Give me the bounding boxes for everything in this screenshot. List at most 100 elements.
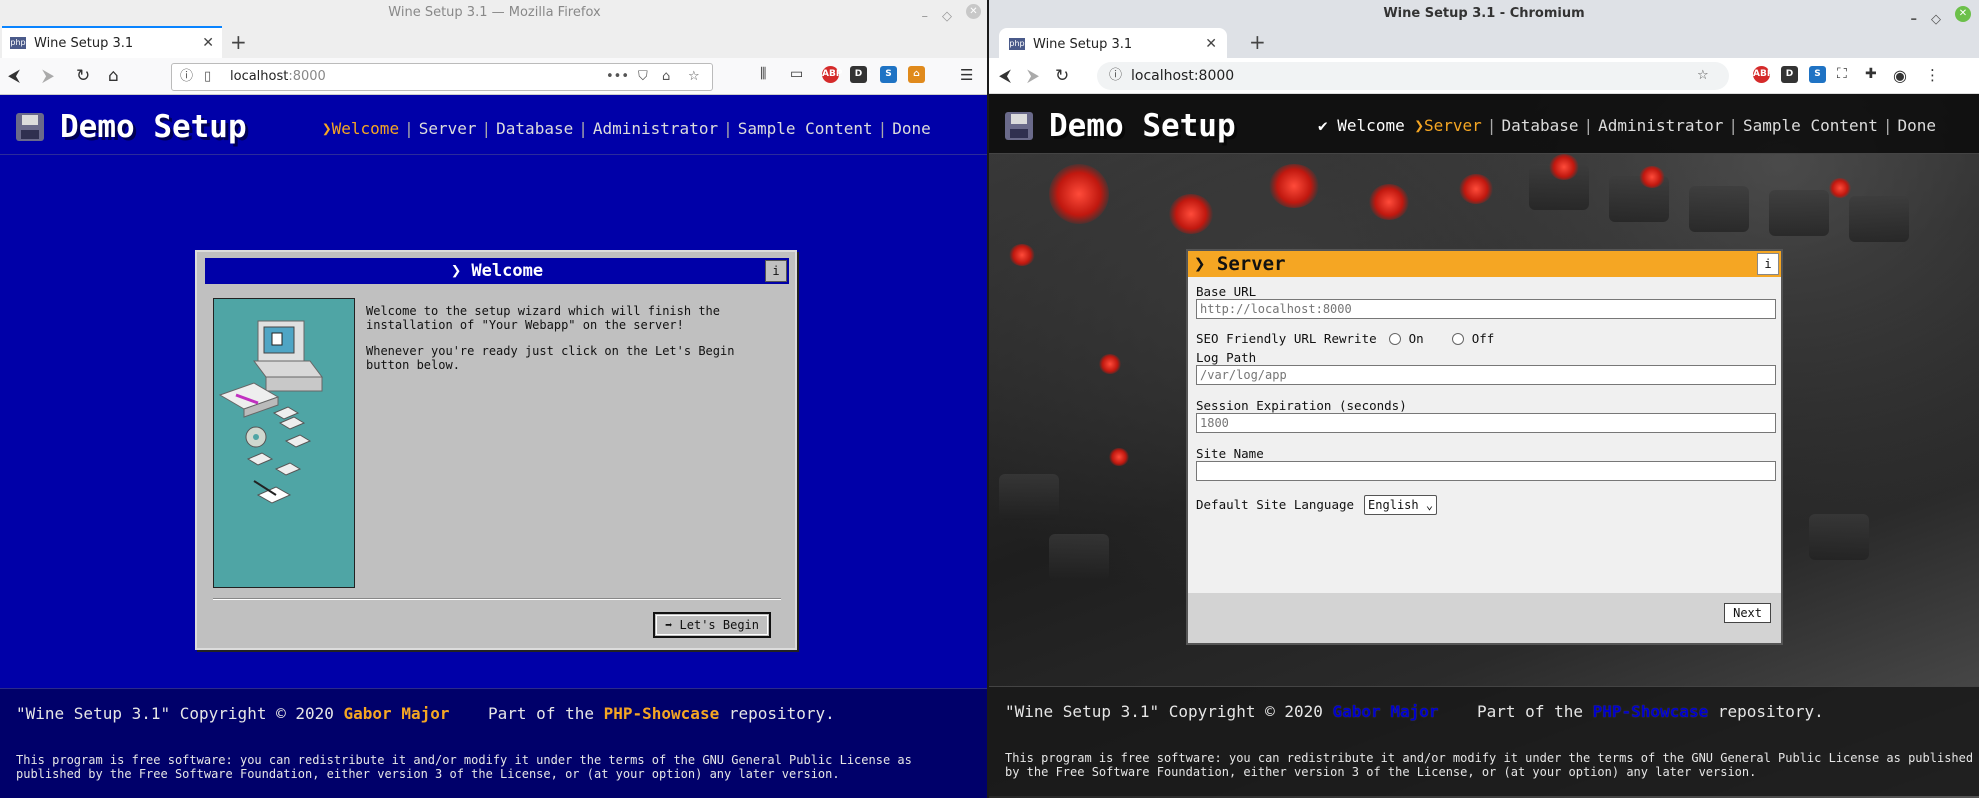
step-sample-content[interactable]: Sample Content (738, 119, 873, 138)
bookmark-star-icon[interactable]: ☆ (1697, 62, 1709, 90)
setup-header: Demo Setup ❯Welcome | Server | Database | Admi… (0, 95, 987, 155)
author-link[interactable]: Gabor Major (1333, 702, 1439, 721)
base-url-label: Base URL (1196, 284, 1257, 299)
welcome-message: Welcome to the setup wizard which will f… (366, 304, 776, 384)
forward-icon[interactable]: ⮞ (42, 66, 54, 86)
menu-icon[interactable]: ⋮ (1925, 66, 1940, 84)
tab-bar: php Wine Setup 3.1 ✕ + (989, 28, 1979, 60)
chromium-titlebar: Wine Setup 3.1 - Chromium – ◇ ✕ (989, 0, 1979, 28)
step-administrator[interactable]: Administrator (1598, 116, 1723, 135)
firefox-titlebar: Wine Setup 3.1 — Mozilla Firefox – ◇ ✕ (0, 0, 989, 26)
session-expiration-label: Session Expiration (seconds) (1196, 398, 1407, 413)
footer: "Wine Setup 3.1" Copyright © 2020 Gabor … (0, 688, 987, 798)
extension-home-icon[interactable]: ⌂ (908, 66, 925, 83)
close-tab-icon[interactable]: ✕ (202, 35, 214, 51)
step-navigation: ✔ Welcome ❯Server | Database | Administrator… (1318, 116, 1937, 135)
info-button[interactable]: i (1757, 253, 1779, 275)
close-tab-icon[interactable]: ✕ (1205, 36, 1217, 52)
setup-page: Demo Setup ✔ Welcome ❯Server | Database | Ad… (989, 94, 1979, 798)
info-icon[interactable]: ⓘ (180, 64, 193, 90)
extension-s-icon[interactable]: S (1809, 66, 1826, 83)
floppy-disk-icon (16, 113, 44, 141)
step-welcome[interactable]: Welcome (1337, 116, 1404, 135)
welcome-paragraph-2: Whenever you're ready just click on the … (366, 344, 735, 372)
tab-title: Wine Setup 3.1 (34, 35, 134, 51)
session-expiration-input[interactable] (1196, 413, 1776, 433)
forward-icon[interactable]: ⮞ (1027, 66, 1039, 86)
back-icon[interactable]: ⮜ (8, 66, 20, 86)
lets-begin-button[interactable]: ➡ Let's Begin (653, 612, 771, 638)
info-button[interactable]: i (765, 260, 787, 282)
reload-icon[interactable]: ↻ (76, 66, 90, 86)
site-name-input[interactable] (1196, 461, 1776, 481)
new-tab-icon[interactable]: + (230, 30, 247, 54)
step-server[interactable]: Server (419, 119, 477, 138)
bookmark-star-icon[interactable]: ☆ (688, 64, 700, 90)
language-select[interactable]: English ⌄ (1364, 495, 1438, 515)
dashlane-icon[interactable]: D (850, 66, 867, 83)
repo-link[interactable]: PHP-Showcase (604, 704, 720, 723)
log-path-label: Log Path (1196, 350, 1257, 365)
dialog-title: ❯ Server i (1188, 251, 1781, 277)
language-selected-value: English (1368, 498, 1419, 512)
info-icon[interactable]: ⓘ (1109, 62, 1122, 90)
tab-bar: php Wine Setup 3.1 ✕ + (0, 26, 989, 58)
sidebar-icon[interactable]: ▭ (790, 66, 803, 82)
navigation-toolbar: ⮜ ⮞ ↻ ⓘ localhost:8000 ☆ ABP D S ⛶ ✚ ◉ ⋮ (989, 58, 1979, 94)
repo-link[interactable]: PHP-Showcase (1593, 702, 1709, 721)
dialog-title: ❯ Welcome i (205, 258, 789, 284)
license-text: This program is free software: you can r… (1005, 751, 1974, 779)
extensions-icon[interactable]: ✚ (1865, 66, 1877, 82)
step-arrow-icon: ❯ (322, 119, 332, 138)
copyright-text: "Wine Setup 3.1" Copyright © 2020 (1005, 702, 1333, 721)
seo-on-radio[interactable] (1388, 333, 1401, 345)
pocket-icon[interactable]: ⛉ (638, 64, 648, 90)
part-of-text: Part of the (488, 704, 604, 723)
dashlane-icon[interactable]: D (1781, 66, 1798, 83)
seo-on-label: On (1408, 331, 1424, 346)
tab-wine-setup[interactable]: php Wine Setup 3.1 ✕ (999, 28, 1227, 60)
dialog-title-text: ❯ Welcome (450, 261, 544, 281)
extension-s-icon[interactable]: S (880, 66, 897, 83)
language-row: Default Site Language English ⌄ (1196, 495, 1776, 515)
adblock-icon[interactable]: ABP (1753, 66, 1773, 83)
close-window-icon[interactable]: ✕ (1955, 6, 1971, 22)
url-bar[interactable]: ⓘ localhost:8000 ☆ (1097, 62, 1729, 90)
next-button[interactable]: Next (1724, 603, 1771, 623)
step-server[interactable]: Server (1424, 116, 1482, 135)
adblock-icon[interactable]: ABP (822, 66, 842, 83)
step-welcome[interactable]: Welcome (332, 119, 399, 138)
chromium-window: Wine Setup 3.1 - Chromium – ◇ ✕ php Wine… (989, 0, 1979, 798)
new-tab-icon[interactable]: + (1249, 30, 1266, 54)
step-database[interactable]: Database (1501, 116, 1578, 135)
author-link[interactable]: Gabor Major (344, 704, 450, 723)
part-of-text: Part of the (1477, 702, 1593, 721)
step-sample-content[interactable]: Sample Content (1743, 116, 1878, 135)
log-path-input[interactable] (1196, 365, 1776, 385)
tab-wine-setup[interactable]: php Wine Setup 3.1 ✕ (2, 26, 222, 58)
url-bar[interactable]: ⓘ ▯ localhost:8000 ••• ⛉ ⌂ ☆ (171, 63, 713, 91)
step-done[interactable]: Done (892, 119, 931, 138)
window-title: Wine Setup 3.1 - Chromium (1383, 6, 1585, 21)
setup-page: Demo Setup ❯Welcome | Server | Database | Admi… (0, 95, 987, 798)
menu-icon[interactable]: ☰ (960, 66, 973, 84)
home-page-icon[interactable]: ⌂ (662, 64, 670, 90)
server-dialog: ❯ Server i Base URL SEO Friendly URL Rew… (1186, 249, 1783, 645)
step-done[interactable]: Done (1898, 116, 1937, 135)
page-actions-icon[interactable]: ••• (606, 64, 629, 90)
seo-off-radio[interactable] (1451, 333, 1464, 345)
site-name-label: Site Name (1196, 446, 1264, 461)
screenshot-icon[interactable]: ⛶ (1837, 66, 1847, 82)
back-icon[interactable]: ⮜ (999, 66, 1011, 86)
profile-icon[interactable]: ◉ (1893, 66, 1907, 85)
home-icon[interactable]: ⌂ (108, 66, 119, 86)
copyright-line: "Wine Setup 3.1" Copyright © 2020 Gabor … (1005, 702, 1824, 721)
reload-icon[interactable]: ↻ (1055, 66, 1069, 86)
seo-rewrite-row: SEO Friendly URL Rewrite On Off (1196, 329, 1776, 349)
step-database[interactable]: Database (496, 119, 573, 138)
close-window-icon[interactable]: ✕ (966, 4, 981, 19)
step-administrator[interactable]: Administrator (593, 119, 718, 138)
library-icon[interactable]: ⫼ (760, 66, 766, 82)
tab-title: Wine Setup 3.1 (1033, 36, 1133, 52)
base-url-input[interactable] (1196, 299, 1776, 319)
